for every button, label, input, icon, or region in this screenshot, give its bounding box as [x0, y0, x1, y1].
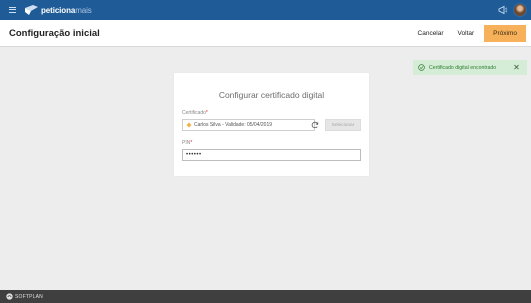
refresh-icon[interactable]	[310, 120, 320, 130]
pin-input[interactable]: ••••••	[182, 149, 361, 161]
brand-name: peticionamais	[41, 5, 92, 15]
brand-logo-icon	[25, 5, 38, 15]
cancel-button[interactable]: Cancelar	[411, 20, 451, 46]
check-circle-icon	[418, 64, 425, 71]
certificate-select[interactable]: Carlos Silva - Validade: 05/04/2019	[182, 119, 315, 131]
page-title: Configuração inicial	[9, 27, 100, 39]
certificate-value: Carlos Silva - Validade: 05/04/2019	[194, 122, 273, 128]
footer: SOFTPLAN	[0, 290, 531, 303]
footer-company: SOFTPLAN	[15, 293, 43, 300]
pin-label: PIN*	[182, 140, 193, 146]
certificate-label: Certificado*	[182, 110, 208, 116]
certificate-icon	[186, 122, 192, 128]
user-avatar[interactable]	[513, 3, 527, 17]
next-button[interactable]: Próximo	[484, 24, 526, 42]
back-button[interactable]: Voltar	[451, 20, 482, 46]
app-topbar: peticionamais	[0, 0, 531, 20]
select-certificate-button[interactable]: Selecionar	[325, 119, 361, 131]
toast-message: Certificado digital encontrado	[429, 64, 497, 71]
success-toast: Certificado digital encontrado ✕	[413, 60, 527, 75]
card-title: Configurar certificado digital	[218, 90, 325, 100]
certificate-card: Configurar certificado digital Certifica…	[174, 73, 369, 176]
megaphone-icon[interactable]	[498, 5, 508, 15]
softplan-logo-icon	[6, 293, 13, 300]
menu-icon[interactable]	[5, 0, 19, 20]
brand[interactable]: peticionamais	[25, 5, 92, 15]
close-icon[interactable]: ✕	[512, 63, 521, 72]
page-header: Configuração inicial Cancelar Voltar Pró…	[0, 20, 531, 47]
